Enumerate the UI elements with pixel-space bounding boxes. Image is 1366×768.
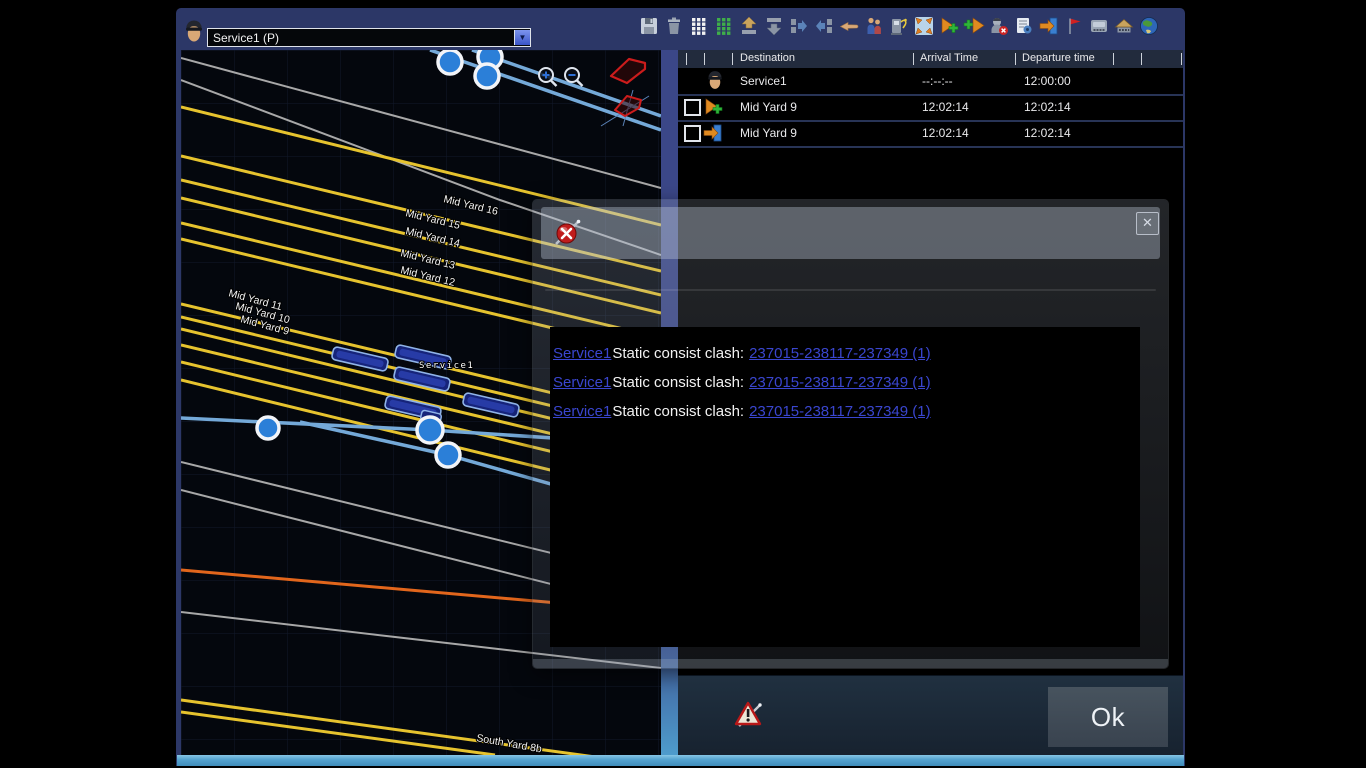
column-arrival: Arrival Time [920,52,978,64]
consist-link[interactable]: 237015-238117-237349 (1) [749,345,931,362]
cell-destination: Mid Yard 9 [740,126,797,140]
grid-green-icon [713,15,735,37]
driver-avatar-icon [183,18,205,46]
world-icon [1138,15,1160,37]
cell-destination: Mid Yard 9 [740,100,797,114]
add-service-icon [702,96,724,118]
delete-icon [663,15,685,37]
world-button[interactable] [1138,15,1160,37]
grid-button[interactable] [688,15,710,37]
table-row[interactable]: Mid Yard 9 12:02:14 12:02:14 [678,120,1183,148]
dialog-footer-bar: Ok [678,675,1183,757]
lower-button[interactable] [763,15,785,37]
table-row[interactable]: Mid Yard 9 12:02:14 12:02:14 [678,94,1183,122]
warning-pin-icon [734,698,764,730]
remove-driver-icon [988,15,1010,37]
insert-before-button[interactable] [813,15,835,37]
consist-service-label: Service1 [419,361,474,371]
center-icon [913,15,935,37]
passengers-icon [863,15,885,37]
cell-arrival: --:--:-- [922,74,953,88]
waypoint-marker[interactable] [438,50,462,74]
driver-icon [704,69,726,91]
console-button[interactable] [1088,15,1110,37]
add-service-button[interactable] [938,15,960,37]
consist-link[interactable]: 237015-238117-237349 (1) [749,403,931,420]
table-row[interactable]: Service1 --:--:-- 12:00:00 [678,68,1183,96]
dialog-divider [545,289,1156,291]
waypoint-marker[interactable] [257,417,279,439]
passengers-button[interactable] [863,15,885,37]
chevron-down-icon[interactable]: ▼ [514,30,530,45]
add-service-icon [938,15,960,37]
insert-before-icon [813,15,835,37]
service-link[interactable]: Service1 [553,403,611,420]
remove-driver-button[interactable] [988,15,1010,37]
append-service-icon [963,15,985,37]
row-checkbox[interactable] [684,99,701,116]
message-text: Static consist clash: [612,374,744,391]
portal-icon [1038,15,1060,37]
hand-button[interactable] [838,15,860,37]
timetable-header: Destination Arrival Time Departure time [678,50,1183,68]
cell-arrival: 12:02:14 [922,100,969,114]
portal-button[interactable] [1038,15,1060,37]
dialog-header [541,207,1160,259]
waypoint-marker[interactable] [436,443,460,467]
service-link[interactable]: Service1 [553,374,611,391]
cell-arrival: 12:02:14 [922,126,969,140]
message-text: Static consist clash: [612,403,744,420]
raise-button[interactable] [738,15,760,37]
save-icon [638,15,660,37]
refuel-button[interactable] [888,15,910,37]
raise-icon [738,15,760,37]
row-checkbox[interactable] [684,125,701,142]
clash-message: Service1Static consist clash: 237015-2381… [553,339,1140,368]
insert-after-icon [788,15,810,37]
delete-button[interactable] [663,15,685,37]
editor-window: Service1 (P) ▼ [176,8,1185,766]
refuel-icon [888,15,910,37]
lower-icon [763,15,785,37]
ok-button[interactable]: Ok [1048,687,1168,747]
tasks-button[interactable] [1013,15,1035,37]
service-link[interactable]: Service1 [553,345,611,362]
error-pin-icon [550,216,584,250]
cell-destination: Service1 [740,74,787,88]
hand-icon [838,15,860,37]
close-button[interactable]: ✕ [1136,212,1159,235]
toolbar [638,15,1160,37]
window-bottom-strip [177,755,1184,766]
waypoint-marker[interactable] [475,64,499,88]
console-icon [1088,15,1110,37]
insert-after-button[interactable] [788,15,810,37]
column-destination: Destination [740,52,795,64]
column-departure: Departure time [1022,52,1095,64]
consist-link[interactable]: 237015-238117-237349 (1) [749,374,931,391]
service-selector-value: Service1 (P) [208,30,514,46]
message-list: Service1Static consist clash:237015-2381… [550,327,1140,647]
clash-message: Service1Static consist clash: 237015-2381… [553,397,1140,426]
append-service-button[interactable] [963,15,985,37]
error-dialog: ✕ Service1Static consist clash:237015-23… [533,200,1168,668]
flag-button[interactable] [1063,15,1085,37]
waypoint-marker[interactable] [417,417,443,443]
flag-icon [1063,15,1085,37]
message-text: Static consist clash: [612,345,744,362]
cell-departure: 12:00:00 [1024,74,1071,88]
tasks-icon [1013,15,1035,37]
station-button[interactable] [1113,15,1135,37]
service-selector[interactable]: Service1 (P) ▼ [207,28,531,47]
cell-departure: 12:02:14 [1024,126,1071,140]
save-button[interactable] [638,15,660,37]
grid-green-button[interactable] [713,15,735,37]
center-button[interactable] [913,15,935,37]
clash-message: Service1Static consist clash: 237015-2381… [553,368,1140,397]
cell-departure: 12:02:14 [1024,100,1071,114]
portal-icon [702,122,724,144]
station-icon [1113,15,1135,37]
grid-icon [688,15,710,37]
